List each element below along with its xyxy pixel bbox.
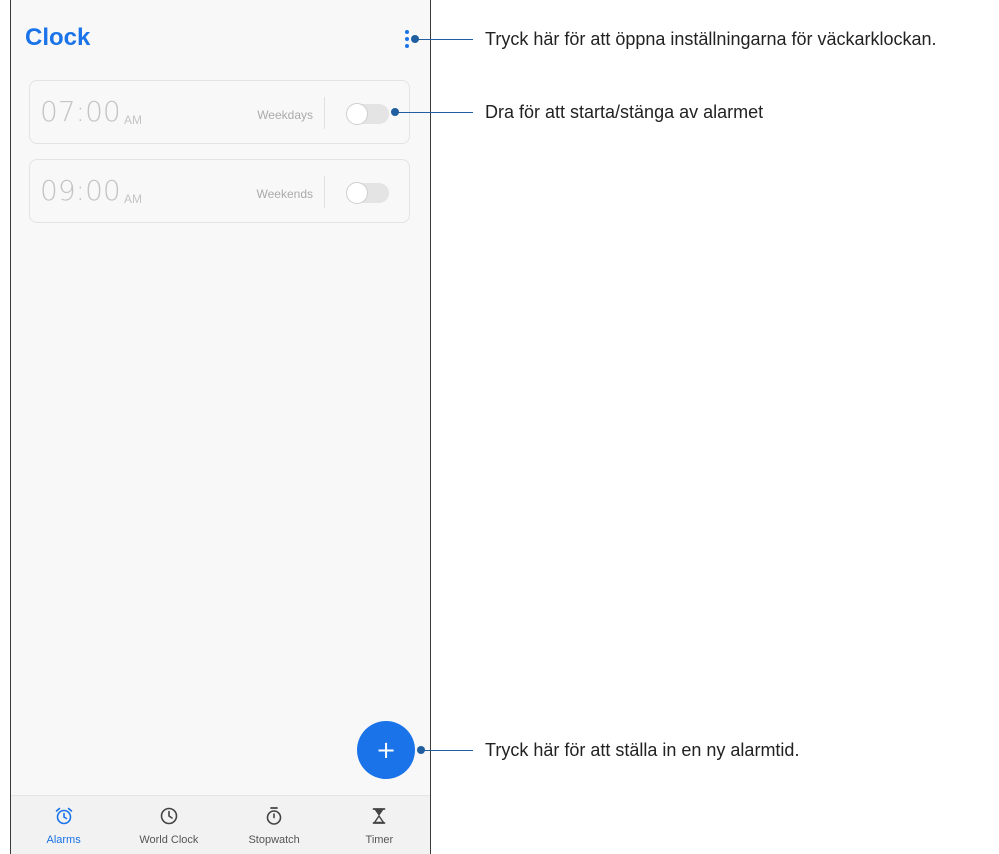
stopwatch-icon (266, 807, 282, 825)
alarm-repeat-days: Weekends (256, 187, 313, 201)
alarm-time: 07:00 (40, 95, 121, 128)
callout-add-text: Tryck här för att ställa in en ny alarmt… (485, 740, 800, 760)
divider (324, 97, 325, 129)
alarm-time: 09:00 (40, 174, 121, 207)
callout-line (421, 750, 473, 751)
alarm-clock-icon (55, 807, 72, 825)
bottom-navigation: Alarms World Clock Stopwatch Timer (11, 795, 430, 854)
alarm-toggle[interactable] (346, 103, 389, 125)
divider (324, 176, 325, 208)
callout-line (415, 39, 473, 40)
tab-label: Alarms (46, 834, 81, 846)
callout-settings-text: Tryck här för att öppna inställningarna … (485, 29, 937, 49)
callout-line (395, 112, 473, 113)
toggle-knob (346, 182, 368, 204)
callout-toggle-text: Dra för att starta/stänga av alarmet (485, 102, 764, 122)
add-alarm-button[interactable]: + (357, 721, 415, 779)
clock-icon (160, 807, 178, 825)
more-options-icon[interactable] (403, 30, 411, 48)
alarm-item[interactable]: 09:00 AM Weekends (29, 159, 410, 223)
toggle-knob (346, 103, 368, 125)
app-title: Clock (25, 24, 91, 51)
tab-alarms[interactable]: Alarms (11, 796, 116, 854)
hourglass-icon (372, 808, 386, 824)
tab-label: World Clock (139, 834, 199, 846)
alarm-toggle[interactable] (346, 182, 389, 204)
alarm-ampm: AM (124, 192, 142, 206)
alarm-repeat-days: Weekdays (257, 108, 313, 122)
phone-screen: Clock 07:00 AM Weekdays 09:00 AM Weekend… (10, 0, 431, 854)
alarm-item[interactable]: 07:00 AM Weekdays (29, 80, 410, 144)
tab-world-clock[interactable]: World Clock (116, 796, 221, 854)
tab-stopwatch[interactable]: Stopwatch (222, 796, 327, 854)
tab-label: Stopwatch (248, 834, 300, 846)
alarm-ampm: AM (124, 113, 142, 127)
tab-label: Timer (365, 834, 394, 846)
tab-timer[interactable]: Timer (327, 796, 430, 854)
